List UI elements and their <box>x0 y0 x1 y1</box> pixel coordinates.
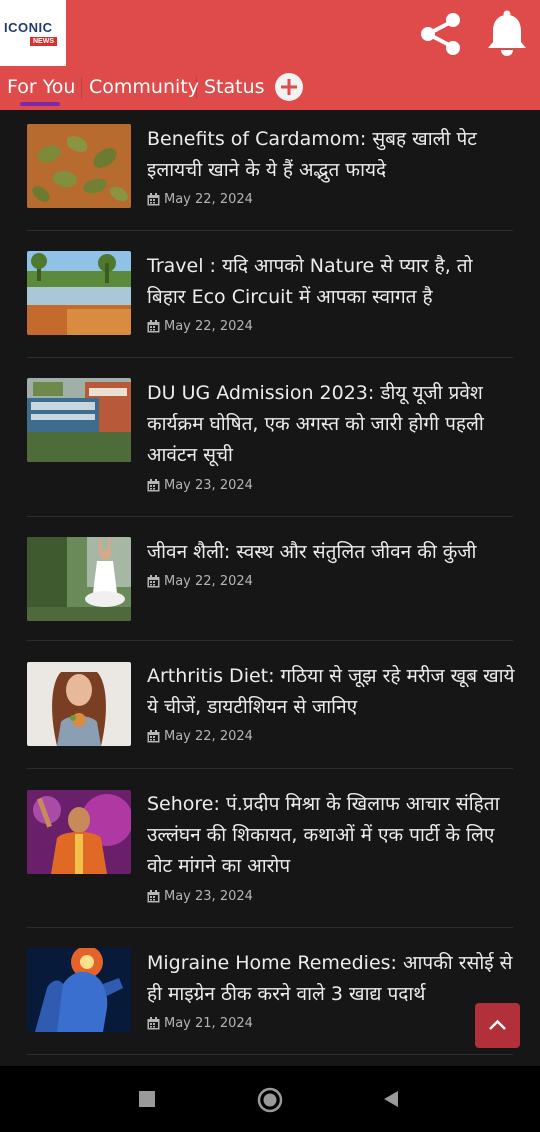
divider <box>27 1054 513 1055</box>
calendar-icon <box>147 193 160 206</box>
article-date: May 22, 2024 <box>147 319 253 334</box>
divider <box>27 640 513 641</box>
article-date: May 22, 2024 <box>147 574 253 589</box>
article-title[interactable]: Benefits of Cardamom: सुबह खाली पेट इलाय… <box>147 124 517 186</box>
logo-badge: NEWS <box>30 37 57 46</box>
triangle-back-icon[interactable] <box>381 1089 401 1109</box>
tab-for-you[interactable]: For You <box>7 76 75 98</box>
article-date-text: May 22, 2024 <box>164 574 253 589</box>
calendar-icon <box>147 1017 160 1030</box>
article-thumbnail <box>27 948 131 1032</box>
divider <box>27 357 513 358</box>
tab-community[interactable]: Community <box>89 76 199 98</box>
article-date: May 23, 2024 <box>147 478 253 493</box>
app-header: ICONIC NEWS For You Community Status <box>0 0 540 110</box>
calendar-icon <box>147 479 160 492</box>
article-date-text: May 22, 2024 <box>164 192 253 207</box>
system-navigation-bar <box>0 1066 540 1132</box>
article-thumbnail <box>27 124 131 208</box>
tab-status[interactable]: Status <box>204 76 265 98</box>
active-tab-indicator <box>20 102 60 106</box>
article-title[interactable]: Arthritis Diet: गठिया से जूझ रहे मरीज खू… <box>147 661 517 723</box>
article-title[interactable]: Sehore: पं.प्रदीप मिश्रा के खिलाफ आचार स… <box>147 789 517 882</box>
article-thumbnail <box>27 378 131 462</box>
article-thumbnail <box>27 251 131 335</box>
article-date-text: May 22, 2024 <box>164 319 253 334</box>
calendar-icon <box>147 320 160 333</box>
article-date: May 21, 2024 <box>147 1016 253 1031</box>
article-thumbnail <box>27 790 131 874</box>
article-title[interactable]: जीवन शैली: स्वस्थ और संतुलित जीवन की कुं… <box>147 537 517 568</box>
article-title[interactable]: DU UG Admission 2023: डीयू यूजी प्रवेश क… <box>147 378 517 471</box>
scroll-to-top-button[interactable] <box>475 1003 520 1048</box>
article-date: May 22, 2024 <box>147 192 253 207</box>
article-date-text: May 21, 2024 <box>164 1016 253 1031</box>
divider <box>27 927 513 928</box>
calendar-icon <box>147 730 160 743</box>
article-date: May 22, 2024 <box>147 729 253 744</box>
square-icon[interactable] <box>138 1090 156 1108</box>
divider <box>27 230 513 231</box>
divider <box>27 768 513 769</box>
article-date: May 23, 2024 <box>147 889 253 904</box>
chevron-up-icon <box>489 1019 506 1030</box>
plus-circle-icon <box>281 79 297 95</box>
article-title[interactable]: Migraine Home Remedies: आपकी रसोई से ही … <box>147 948 517 1010</box>
article-date-text: May 23, 2024 <box>164 478 253 493</box>
tab-bar: For You Community Status <box>0 70 540 110</box>
calendar-icon <box>147 890 160 903</box>
article-thumbnail <box>27 662 131 746</box>
article-date-text: May 22, 2024 <box>164 729 253 744</box>
article-title[interactable]: Travel : यदि आपको Nature से प्यार है, तो… <box>147 251 517 313</box>
circle-icon[interactable] <box>257 1087 283 1113</box>
calendar-icon <box>147 575 160 588</box>
logo-text: ICONIC <box>4 20 53 35</box>
article-thumbnail <box>27 537 131 621</box>
tab-separator <box>81 77 82 99</box>
app-logo[interactable]: ICONIC NEWS <box>0 0 66 66</box>
article-date-text: May 23, 2024 <box>164 889 253 904</box>
tab-separator <box>196 77 197 99</box>
divider <box>27 516 513 517</box>
bell-icon[interactable] <box>485 9 529 57</box>
share-icon[interactable] <box>416 9 466 59</box>
add-tab-button[interactable] <box>275 73 303 101</box>
